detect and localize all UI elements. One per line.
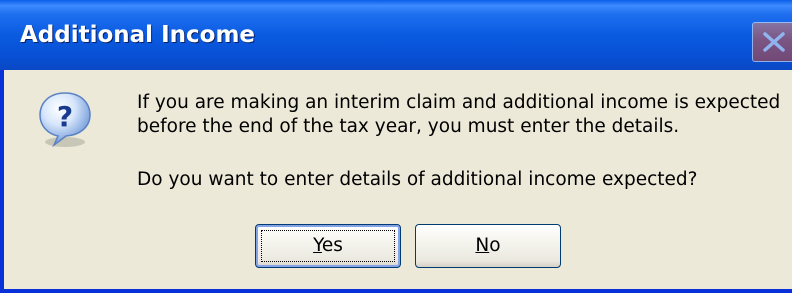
question-text: Do you want to enter details of addition… xyxy=(137,169,698,190)
yes-button[interactable]: Yes xyxy=(255,224,401,268)
yes-accelerator: Y xyxy=(313,235,322,256)
question-icon: ? xyxy=(34,88,96,150)
yes-button-label: Yes xyxy=(313,235,343,256)
no-accelerator: N xyxy=(475,235,490,256)
dialog-title: Additional Income xyxy=(20,22,256,48)
message-text: If you are making an interim claim and a… xyxy=(137,91,780,139)
close-button[interactable] xyxy=(752,22,792,62)
message-dialog: Additional Income ? If you are making an… xyxy=(0,0,792,293)
yes-label-rest: es xyxy=(321,235,343,256)
message-line-1: If you are making an interim claim and a… xyxy=(137,92,781,113)
title-bar[interactable]: Additional Income xyxy=(0,0,792,70)
no-button[interactable]: No xyxy=(415,224,561,268)
no-button-label: No xyxy=(475,235,500,256)
svg-text:?: ? xyxy=(57,100,73,133)
no-label-rest: o xyxy=(489,235,501,256)
message-line-2: before the end of the tax year, you must… xyxy=(137,116,680,137)
